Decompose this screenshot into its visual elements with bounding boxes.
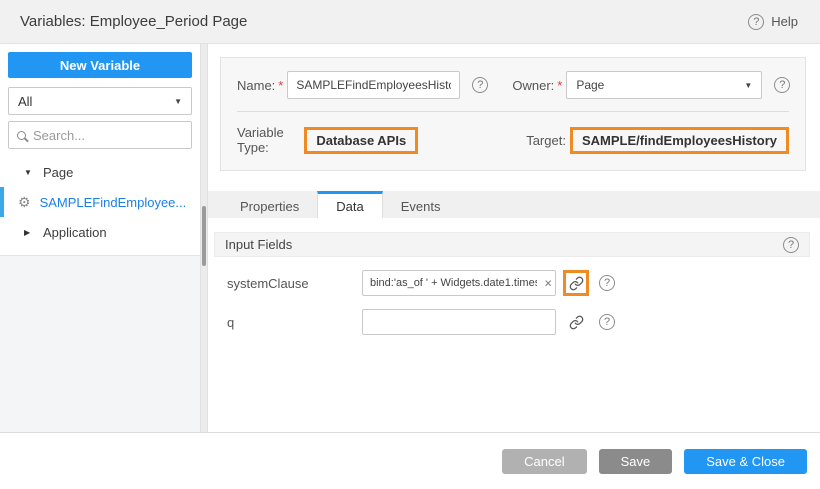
type-target-row: Variable Type: Database APIs Target: SAM… [237,125,789,155]
owner-label: Owner: [512,78,554,93]
systemclause-bind-button-highlighted[interactable] [563,270,589,296]
owner-help-icon[interactable]: ? [774,77,790,93]
q-bind-button[interactable] [563,309,589,335]
scrollbar-thumb[interactable] [202,206,206,266]
variable-search-box [8,121,192,149]
tree-group-page-label: Page [43,165,73,180]
tab-events[interactable]: Events [383,191,459,218]
input-fields-help-icon[interactable]: ? [783,237,799,253]
dialog-body: New Variable All ▼ ▼ Page ⚙ SAMPLEFindEm… [0,44,820,432]
name-owner-row: Name: * ? Owner: * Page ▼ ? [237,71,789,99]
search-icon [17,131,26,140]
owner-required-marker: * [557,78,562,93]
variable-summary-panel: Name: * ? Owner: * Page ▼ ? [220,57,806,171]
q-input-wrap [362,309,556,335]
chevron-down-icon: ▼ [744,81,752,90]
tree-group-application-label: Application [43,225,107,240]
save-and-close-button[interactable]: Save & Close [684,449,807,474]
cancel-button[interactable]: Cancel [502,449,586,474]
variable-type-label: Variable Type: [237,125,300,155]
input-fields-section-header: Input Fields ? [214,232,810,257]
name-label: Name: [237,78,275,93]
sidebar-filler [0,256,200,432]
variables-sidebar: New Variable All ▼ ▼ Page ⚙ SAMPLEFindEm… [0,44,200,432]
target-value-highlighted: SAMPLE/findEmployeesHistory [570,127,789,154]
owner-selected-value: Page [576,78,604,92]
tab-properties[interactable]: Properties [222,191,317,218]
new-variable-button[interactable]: New Variable [8,52,192,78]
tree-group-application[interactable]: ▶ Application [0,217,200,247]
name-field[interactable] [287,71,460,99]
name-required-marker: * [278,78,283,93]
help-icon: ? [748,14,764,30]
q-label: q [214,315,362,330]
q-help-icon[interactable]: ? [599,314,615,330]
editor-tabs: Properties Data Events [208,191,820,218]
data-tab-content: Input Fields ? systemClause × [208,218,820,432]
link-icon [569,315,584,330]
caret-down-icon: ▼ [24,168,34,177]
caret-right-icon: ▶ [24,228,34,237]
vertical-scrollbar[interactable] [200,44,208,432]
filter-selected-value: All [18,94,32,109]
chevron-down-icon: ▼ [174,97,182,106]
tree-group-page[interactable]: ▼ Page [0,157,200,187]
tree-item-sample-variable[interactable]: ⚙ SAMPLEFindEmployee... [0,187,200,217]
page-title: Variables: Employee_Period Page [20,13,247,30]
link-icon [569,276,584,291]
variables-dialog: Variables: Employee_Period Page ? Help N… [0,0,820,489]
tab-data[interactable]: Data [317,191,382,218]
variable-editor-pane: Name: * ? Owner: * Page ▼ ? [208,44,820,432]
q-input[interactable] [362,309,556,335]
variables-tree: ▼ Page ⚙ SAMPLEFindEmployee... ▶ Applica… [0,157,200,247]
dialog-header: Variables: Employee_Period Page ? Help [0,0,820,44]
panel-divider [237,111,789,112]
field-row-q: q ? [214,309,810,335]
systemclause-label: systemClause [214,276,362,291]
target-label: Target: [526,133,566,148]
save-button[interactable]: Save [599,449,673,474]
variable-filter-select[interactable]: All ▼ [8,87,192,115]
target-group: Target: SAMPLE/findEmployeesHistory [526,127,789,154]
name-help-icon[interactable]: ? [472,77,488,93]
systemclause-help-icon[interactable]: ? [599,275,615,291]
systemclause-input-wrap: × [362,270,556,296]
help-link[interactable]: ? Help [748,14,798,30]
search-input[interactable] [33,128,183,143]
systemclause-input[interactable] [362,270,556,296]
owner-group: Owner: * Page ▼ ? [512,71,790,99]
field-row-systemclause: systemClause × ? [214,270,810,296]
tree-item-sample-variable-label: SAMPLEFindEmployee... [40,195,187,210]
variable-gear-icon: ⚙ [18,195,31,209]
owner-select[interactable]: Page ▼ [566,71,762,99]
input-fields-title: Input Fields [225,237,292,252]
clear-binding-icon[interactable]: × [544,277,552,290]
help-label: Help [771,14,798,29]
dialog-footer: Cancel Save Save & Close [0,432,820,489]
variable-type-value-highlighted: Database APIs [304,127,418,154]
